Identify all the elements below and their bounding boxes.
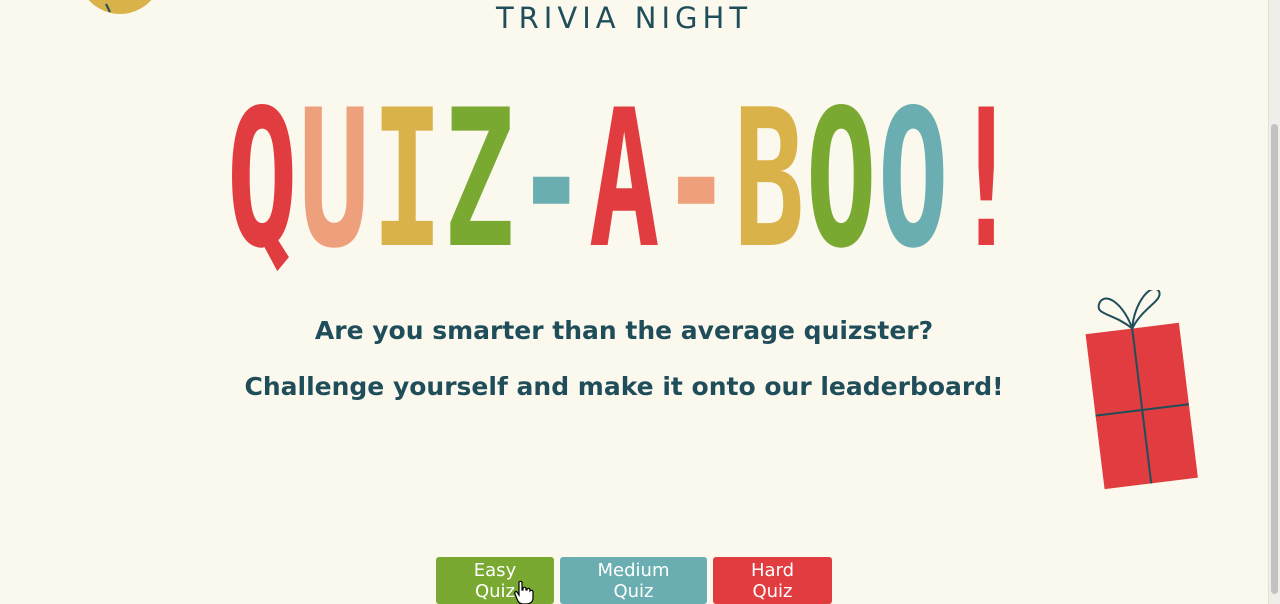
- hero-letter: O: [805, 69, 877, 290]
- tagline-question: Are you smarter than the average quizste…: [314, 316, 934, 345]
- hero-letter: U: [298, 69, 370, 290]
- hero-letter: O: [878, 69, 950, 290]
- hero-letter: B: [733, 69, 805, 290]
- hero-letter: !: [950, 69, 1022, 290]
- eyebrow-title: TRIVIA NIGHT: [495, 1, 753, 35]
- hero-letter: I: [371, 69, 443, 290]
- quiz-button-group: Easy Quiz Medium Quiz Hard Quiz: [436, 557, 832, 604]
- hero-letter: A: [588, 69, 660, 290]
- medium-quiz-button[interactable]: Medium Quiz: [560, 557, 707, 604]
- scrollbar-thumb[interactable]: [1271, 124, 1278, 594]
- easy-quiz-button[interactable]: Easy Quiz: [436, 557, 554, 604]
- hero-title: Q U I Z - A - B O O!: [0, 69, 1248, 290]
- hero-letter: Z: [443, 69, 515, 290]
- hard-quiz-button[interactable]: Hard Quiz: [713, 557, 832, 604]
- page: TRIVIA NIGHT Q U I Z - A - B O O! Are you smarter…: [0, 0, 1268, 604]
- hero-letter: -: [660, 69, 732, 290]
- hero-letter: -: [516, 69, 588, 290]
- hand-pointer-icon: [514, 580, 534, 604]
- gift-box-icon: [1085, 290, 1198, 490]
- hero-letter: Q: [226, 69, 298, 290]
- tagline-challenge: Challenge yourself and make it onto our …: [244, 372, 1004, 401]
- vertical-scrollbar[interactable]: [1268, 0, 1280, 604]
